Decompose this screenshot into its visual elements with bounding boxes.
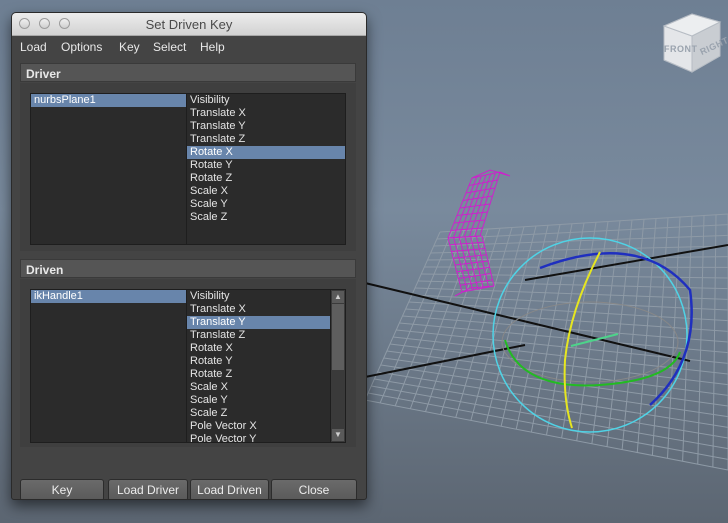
driven-attribute-item[interactable]: Rotate Z [187,368,331,381]
driven-attribute-item[interactable]: Rotate Y [187,355,331,368]
scroll-up-arrow-icon[interactable]: ▲ [332,291,344,303]
driven-attribute-item[interactable]: Rotate X [187,342,331,355]
set-driven-key-window: Set Driven Key Load Options Key Select H… [11,12,367,500]
driven-attribute-item[interactable]: Scale Y [187,394,331,407]
driver-attribute-item[interactable]: Translate X [187,107,345,120]
driver-attribute-item[interactable]: Scale Y [187,198,345,211]
menu-bar: Load Options Key Select Help [12,36,366,57]
menu-options[interactable]: Options [61,40,102,54]
driven-attribute-item[interactable]: Scale Z [187,407,331,420]
driver-attribute-item[interactable]: Translate Y [187,120,345,133]
driver-attribute-item[interactable]: Rotate Z [187,172,345,185]
driver-section-header[interactable]: Driver [20,63,356,82]
viewcube-front-label[interactable]: FRONT [664,44,698,54]
menu-load[interactable]: Load [20,40,47,54]
scroll-down-arrow-icon[interactable]: ▼ [332,429,344,441]
driven-object-item[interactable]: ikHandle1 [31,290,186,303]
scroll-thumb[interactable] [332,304,344,370]
menu-help[interactable]: Help [200,40,225,54]
driver-attribute-item[interactable]: Rotate X [187,146,345,159]
driven-attribute-list[interactable]: Visibility Translate X Translate Y Translat… [186,289,346,443]
menu-select[interactable]: Select [153,40,186,54]
driven-attribute-item[interactable]: Translate X [187,303,331,316]
driver-frame: nurbsPlane1 Visibility Translate X Transla… [20,83,356,251]
driven-frame: ikHandle1 Visibility Translate X Translate… [20,279,356,447]
key-button[interactable]: Key [20,479,104,499]
driven-object-list[interactable]: ikHandle1 [30,289,187,443]
view-cube[interactable]: FRONT RIGHT [656,8,728,80]
load-driven-button[interactable]: Load Driven [190,479,269,499]
ground-grid [364,213,728,471]
driver-object-item[interactable]: nurbsPlane1 [31,94,186,107]
driven-section-header[interactable]: Driven [20,259,356,278]
window-title: Set Driven Key [145,17,233,32]
title-bar[interactable]: Set Driven Key [12,13,366,36]
load-driver-button[interactable]: Load Driver [108,479,188,499]
driven-attribute-item[interactable]: Translate Y [187,316,331,329]
menu-key[interactable]: Key [119,40,140,54]
driver-attribute-item[interactable]: Scale Z [187,211,345,224]
driver-attribute-item[interactable]: Scale X [187,185,345,198]
driver-attribute-list[interactable]: Visibility Translate X Translate Y Translat… [186,93,346,245]
driven-attribute-item[interactable]: Scale X [187,381,331,394]
driven-attribute-item[interactable]: Visibility [187,290,331,303]
nurbs-plane-wireframe [447,169,511,297]
driven-attribute-item[interactable]: Pole Vector X [187,420,331,433]
driven-attribute-item[interactable]: Pole Vector Y [187,433,331,442]
driver-attribute-item[interactable]: Rotate Y [187,159,345,172]
driver-attribute-item[interactable]: Translate Z [187,133,345,146]
driven-attribute-scrollbar[interactable]: ▲ ▼ [330,290,345,442]
driven-attribute-item[interactable]: Translate Z [187,329,331,342]
driver-attribute-item[interactable]: Visibility [187,94,345,107]
close-button[interactable]: Close [271,479,357,499]
driver-object-list[interactable]: nurbsPlane1 [30,93,187,245]
